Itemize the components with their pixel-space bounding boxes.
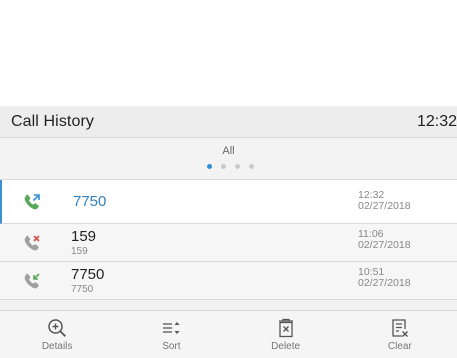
call-list: 7750 12:32 02/27/2018 159 159 11:06 02/2… <box>0 180 457 300</box>
sort-icon <box>163 322 180 334</box>
delete-icon <box>278 318 293 338</box>
received-call-icon <box>22 271 42 291</box>
filter-label: All <box>222 145 235 157</box>
call-number: 159 <box>71 228 97 245</box>
page-title: Call History <box>11 112 94 130</box>
call-date: 02/27/2018 <box>358 277 411 289</box>
sort-button[interactable]: Sort <box>114 311 228 358</box>
call-timestamp: 11:06 02/27/2018 <box>358 229 411 251</box>
details-button[interactable]: Details <box>0 311 114 358</box>
clear-button[interactable]: Clear <box>343 311 457 358</box>
clock: 12:32 <box>416 112 457 130</box>
call-number: 7750 <box>71 266 105 283</box>
page-indicator <box>0 164 457 169</box>
softkey-toolbar: Details Sort Delete Clear <box>0 310 457 358</box>
filter-pager[interactable]: All <box>0 138 457 180</box>
title-bar: Call History 12:32 <box>0 106 457 138</box>
call-subnumber: 7750 <box>71 284 94 295</box>
details-label: Details <box>41 341 73 352</box>
call-row[interactable]: 7750 12:32 02/27/2018 <box>0 180 457 224</box>
sort-label: Sort <box>162 341 181 352</box>
call-date: 02/27/2018 <box>358 200 411 212</box>
outgoing-call-icon <box>22 192 42 212</box>
call-number: 7750 <box>73 193 107 210</box>
page-dot <box>235 164 240 169</box>
call-date: 02/27/2018 <box>358 239 411 251</box>
zoom-in-icon <box>48 319 67 337</box>
delete-label: Delete <box>271 341 301 352</box>
call-subnumber: 159 <box>71 246 88 257</box>
clear-label: Clear <box>387 341 412 352</box>
page-dot-active <box>207 164 212 169</box>
page-dot <box>221 164 226 169</box>
clear-list-icon <box>392 319 408 337</box>
call-timestamp: 12:32 02/27/2018 <box>358 190 411 212</box>
call-row[interactable]: 7750 7750 10:51 02/27/2018 <box>0 262 457 300</box>
call-row[interactable]: 159 159 11:06 02/27/2018 <box>0 224 457 262</box>
delete-button[interactable]: Delete <box>229 311 343 358</box>
page-dot <box>249 164 254 169</box>
call-history-screen: Call History 12:32 All 7750 12:32 02/27/… <box>0 106 457 358</box>
missed-call-icon <box>22 233 42 253</box>
call-timestamp: 10:51 02/27/2018 <box>358 267 411 289</box>
